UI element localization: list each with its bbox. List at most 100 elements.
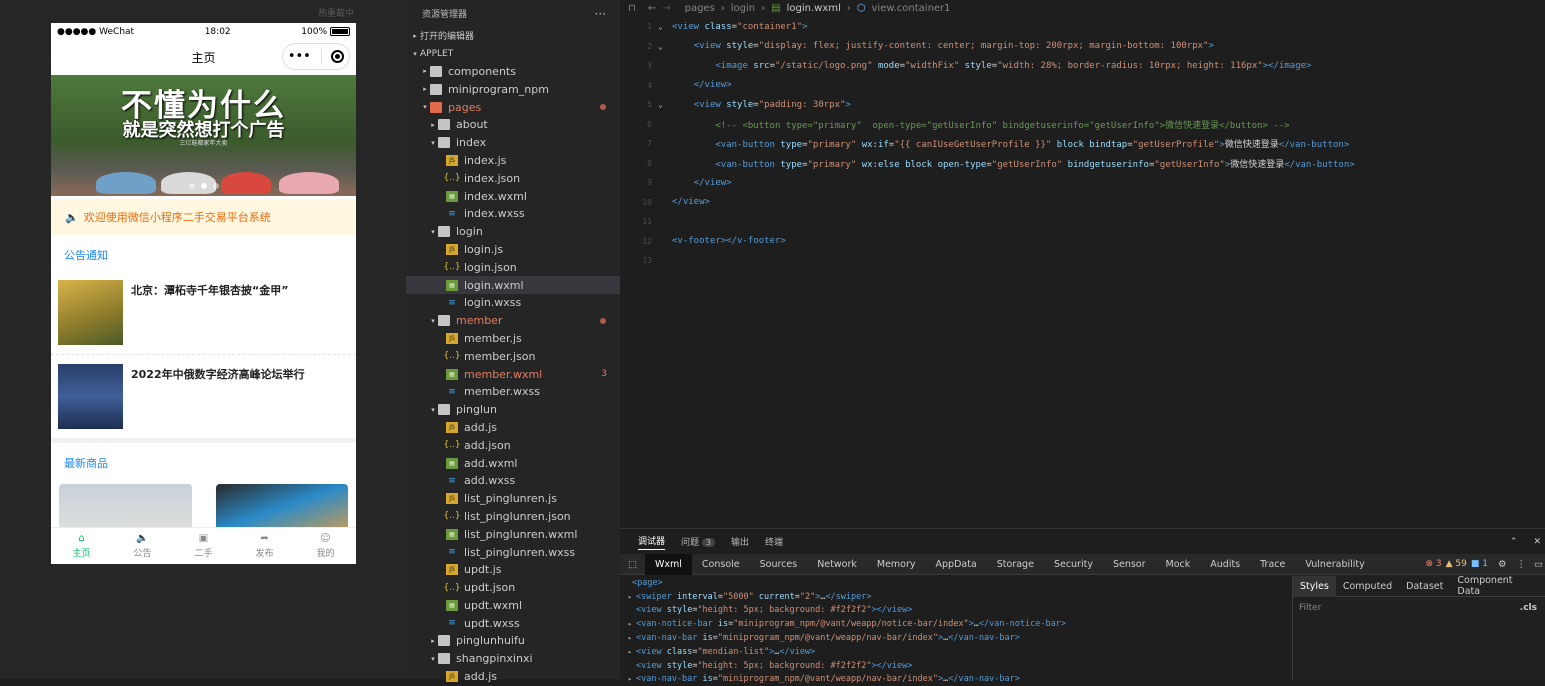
wxml-node[interactable]: ▸ <view class="mendian-list">…</view> bbox=[620, 645, 1280, 659]
collapse-panel-icon[interactable]: ⌃ bbox=[1510, 537, 1518, 547]
banner-swiper[interactable]: 不懂为什么 就是突然想打个广告 三亿鞋都家年大卖 bbox=[51, 75, 356, 196]
wxml-node[interactable]: <page> bbox=[620, 576, 1280, 590]
code-line[interactable]: 11 bbox=[620, 212, 1545, 232]
tree-item[interactable]: {..} list_pinglunren.json bbox=[406, 508, 620, 526]
tree-item[interactable]: {..} member.json bbox=[406, 347, 620, 365]
tree-item[interactable]: ≡ member.wxss bbox=[406, 383, 620, 401]
tab-announcements[interactable]: 🔈 公告 bbox=[112, 528, 173, 564]
code-area[interactable]: 1 ⌄ <view class="container1"> 2 ⌄ <view styl… bbox=[620, 17, 1545, 271]
devtools-tab-sensor[interactable]: Sensor bbox=[1103, 554, 1156, 575]
fold-chevron-icon[interactable]: ⌄ bbox=[658, 42, 672, 51]
tree-item[interactable]: {..} updt.json bbox=[406, 579, 620, 597]
tree-item[interactable]: ▤ index.wxml bbox=[406, 187, 620, 205]
phone-screen[interactable]: ●●●●● WeChat 18:02 100% 主页 ••• 不懂为什么 就是突… bbox=[51, 23, 356, 564]
tree-item[interactable]: ≡ list_pinglunren.wxss bbox=[406, 543, 620, 561]
tab-component-data[interactable]: Component Data bbox=[1450, 575, 1545, 597]
bookmark-icon[interactable]: ⊓ bbox=[628, 3, 636, 14]
wxml-node[interactable]: ▸ <van-notice-bar is="miniprogram_npm/@va… bbox=[620, 617, 1280, 631]
forward-icon[interactable]: → bbox=[662, 3, 670, 14]
dock-icon[interactable]: ▭ bbox=[1534, 559, 1543, 570]
wxml-node[interactable]: ▸ <swiper interval="5000" current="2">…</… bbox=[620, 590, 1280, 604]
tree-item[interactable]: ▸ miniprogram_npm bbox=[406, 80, 620, 98]
tree-item[interactable]: ▾ member bbox=[406, 312, 620, 330]
filter-input[interactable]: Filter bbox=[1299, 603, 1321, 613]
fold-chevron-icon[interactable]: ⌄ bbox=[658, 100, 672, 109]
open-editors-section[interactable]: ▸ 打开的编辑器 bbox=[406, 27, 620, 45]
tab-output[interactable]: 输出 bbox=[731, 535, 749, 548]
devtools-tab-mock[interactable]: Mock bbox=[1156, 554, 1201, 575]
tree-item[interactable]: JS add.js bbox=[406, 419, 620, 437]
settings-icon[interactable]: ⚙ bbox=[1498, 559, 1507, 570]
tree-item[interactable]: ≡ add.wxss bbox=[406, 472, 620, 490]
tree-item[interactable]: JS list_pinglunren.js bbox=[406, 490, 620, 508]
tree-item[interactable]: JS add.js bbox=[406, 668, 620, 686]
wxml-node[interactable]: ▸ <van-nav-bar is="miniprogram_npm/@vant/… bbox=[620, 673, 1280, 686]
code-line[interactable]: 4 </view> bbox=[620, 76, 1545, 96]
expand-triangle-icon[interactable]: ▸ bbox=[624, 620, 636, 628]
tree-item[interactable]: ▾ pinglun bbox=[406, 401, 620, 419]
tree-item[interactable]: ▤ list_pinglunren.wxml bbox=[406, 525, 620, 543]
warning-count[interactable]: ▲ 59 bbox=[1446, 559, 1467, 569]
wxml-tree[interactable]: <page> ▸ <swiper interval="5000" current="… bbox=[620, 576, 1280, 686]
wxml-node[interactable]: <view style="height: 5px; background: #f… bbox=[620, 659, 1280, 673]
expand-triangle-icon[interactable]: ▸ bbox=[624, 675, 636, 683]
project-section[interactable]: ▾ APPLET bbox=[406, 45, 620, 63]
tree-item[interactable]: ▾ pages bbox=[406, 98, 620, 116]
devtools-tab-appdata[interactable]: AppData bbox=[926, 554, 987, 575]
more-actions-icon[interactable]: ··· bbox=[595, 7, 606, 21]
expand-triangle-icon[interactable]: ▸ bbox=[624, 634, 636, 642]
fold-chevron-icon[interactable]: ⌄ bbox=[658, 22, 672, 31]
breadcrumb-item[interactable]: pages bbox=[685, 3, 715, 14]
code-line[interactable]: 2 ⌄ <view style="display: flex; justify-c… bbox=[620, 37, 1545, 57]
tree-item[interactable]: ▸ about bbox=[406, 116, 620, 134]
kebab-menu-icon[interactable]: ⋮ bbox=[1517, 559, 1527, 570]
tab-computed[interactable]: Computed bbox=[1336, 581, 1399, 592]
capsule-button[interactable]: ••• bbox=[282, 43, 350, 70]
code-line[interactable]: 9 </view> bbox=[620, 173, 1545, 193]
devtools-tab-storage[interactable]: Storage bbox=[987, 554, 1044, 575]
tree-item[interactable]: {..} login.json bbox=[406, 258, 620, 276]
expand-triangle-icon[interactable]: ▸ bbox=[624, 593, 636, 601]
code-line[interactable]: 3 <image src="/static/logo.png" mode="wi… bbox=[620, 56, 1545, 76]
devtools-tab-trace[interactable]: Trace bbox=[1250, 554, 1295, 575]
tab-debugger[interactable]: 调试器 bbox=[638, 534, 666, 550]
breadcrumb-item[interactable]: view.container1 bbox=[872, 3, 951, 14]
code-line[interactable]: 13 bbox=[620, 251, 1545, 271]
breadcrumb-item[interactable]: login.wxml bbox=[787, 3, 841, 14]
wxml-node[interactable]: ▸ <van-nav-bar is="miniprogram_npm/@vant/… bbox=[620, 631, 1280, 645]
expand-triangle-icon[interactable]: ▸ bbox=[624, 648, 636, 656]
tree-item[interactable]: ▸ components bbox=[406, 63, 620, 81]
tree-item[interactable]: {..} add.json bbox=[406, 436, 620, 454]
more-icon[interactable]: ••• bbox=[288, 49, 311, 64]
code-line[interactable]: 12 <v-footer></v-footer> bbox=[620, 232, 1545, 252]
tab-secondhand[interactable]: ▣ 二手 bbox=[173, 528, 234, 564]
code-line[interactable]: 6 <!-- <button type="primary" open-type=… bbox=[620, 115, 1545, 135]
devtools-tab-network[interactable]: Network bbox=[807, 554, 867, 575]
devtools-tab-audits[interactable]: Audits bbox=[1200, 554, 1250, 575]
tab-mine[interactable]: ☺ 我的 bbox=[295, 528, 356, 564]
styles-filter[interactable]: Filter .cls bbox=[1293, 597, 1545, 619]
tab-home[interactable]: ⌂ 主页 bbox=[51, 528, 112, 564]
info-count[interactable]: ■ 1 bbox=[1471, 559, 1488, 569]
devtools-tab-memory[interactable]: Memory bbox=[867, 554, 926, 575]
code-line[interactable]: 8 <van-button type="primary" wx:else blo… bbox=[620, 154, 1545, 174]
code-line[interactable]: 7 <van-button type="primary" wx:if="{{ c… bbox=[620, 134, 1545, 154]
tab-terminal[interactable]: 终端 bbox=[765, 535, 783, 548]
tree-item[interactable]: ≡ updt.wxss bbox=[406, 614, 620, 632]
back-icon[interactable]: ← bbox=[648, 3, 656, 14]
tree-item[interactable]: ▤ member.wxml 3 bbox=[406, 365, 620, 383]
tree-item[interactable]: JS login.js bbox=[406, 241, 620, 259]
devtools-tab-wxml[interactable]: Wxml bbox=[644, 553, 692, 575]
devtools-tab-security[interactable]: Security bbox=[1044, 554, 1103, 575]
devtools-tab-console[interactable]: Console bbox=[692, 554, 750, 575]
tree-item[interactable]: ▤ login.wxml bbox=[406, 276, 620, 294]
tree-item[interactable]: JS updt.js bbox=[406, 561, 620, 579]
devtools-tab-vulnerability[interactable]: Vulnerability bbox=[1295, 554, 1374, 575]
close-miniprogram-icon[interactable] bbox=[331, 50, 345, 63]
code-line[interactable]: 1 ⌄ <view class="container1"> bbox=[620, 17, 1545, 37]
breadcrumb-item[interactable]: login bbox=[731, 3, 755, 14]
tree-item[interactable]: ▸ pinglunhuifu bbox=[406, 632, 620, 650]
tree-item[interactable]: ▾ index bbox=[406, 134, 620, 152]
cls-toggle[interactable]: .cls bbox=[1520, 603, 1537, 613]
tab-styles[interactable]: Styles bbox=[1293, 575, 1336, 597]
